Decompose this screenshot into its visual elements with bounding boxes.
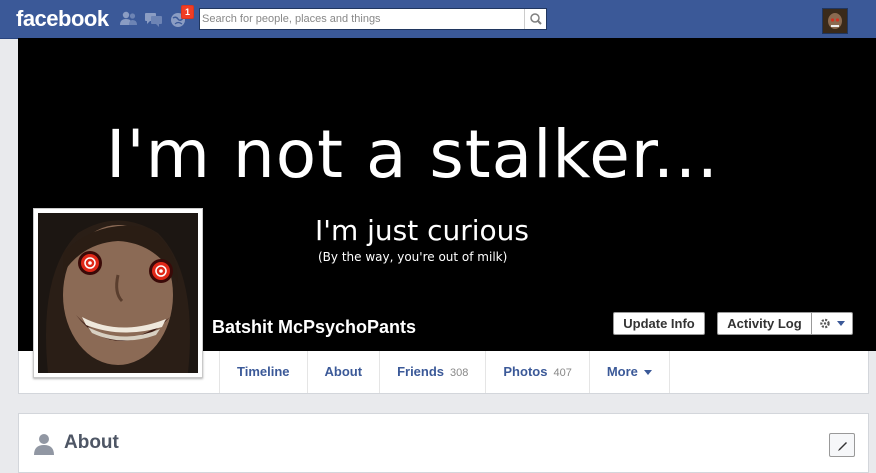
search-button[interactable] (524, 9, 546, 29)
about-section: About (18, 413, 869, 473)
tab-count: 407 (553, 367, 572, 379)
friends-icon[interactable] (119, 10, 139, 28)
top-bar: facebook 1 (0, 0, 876, 39)
search-icon (530, 13, 542, 25)
cover-text-sub: I'm just curious (315, 214, 530, 247)
user-avatar[interactable] (822, 8, 848, 34)
tab-timeline[interactable]: Timeline (220, 351, 308, 393)
settings-dropdown-button[interactable] (811, 312, 853, 335)
update-info-button[interactable]: Update Info (613, 312, 705, 335)
notification-badge: 1 (181, 5, 195, 19)
messages-icon[interactable] (144, 10, 164, 28)
profile-picture[interactable] (33, 208, 203, 378)
tab-about[interactable]: About (308, 351, 381, 393)
cover-text-main: I'm not a stalker... (106, 116, 719, 193)
facebook-logo[interactable]: facebook (16, 6, 109, 32)
tab-label: Friends (397, 364, 445, 379)
tab-more[interactable]: More (590, 351, 670, 393)
tab-photos[interactable]: Photos 407 (486, 351, 590, 393)
pencil-icon (838, 442, 847, 451)
tab-count: 308 (450, 367, 469, 379)
tab-label: About (324, 364, 363, 379)
tab-label: Timeline (237, 364, 290, 379)
activity-log-button[interactable]: Activity Log (717, 312, 811, 335)
person-icon (32, 431, 56, 455)
tab-label: Photos (503, 364, 548, 379)
edit-about-button[interactable] (829, 433, 855, 457)
profile-photo-image (38, 213, 198, 373)
tab-label: More (606, 364, 638, 379)
cover-text-small: (By the way, you're out of milk) (318, 250, 508, 264)
search-input[interactable] (202, 11, 522, 27)
tab-friends[interactable]: Friends 308 (380, 351, 487, 393)
profile-name[interactable]: Batshit McPsychoPants (212, 317, 416, 338)
about-section-title: About (64, 432, 119, 453)
profile-nav-tabs: Timeline About Friends 308 Photos 407 More (219, 351, 670, 393)
gear-icon (820, 318, 845, 329)
chevron-down-icon (643, 370, 652, 376)
search-box (199, 8, 547, 30)
